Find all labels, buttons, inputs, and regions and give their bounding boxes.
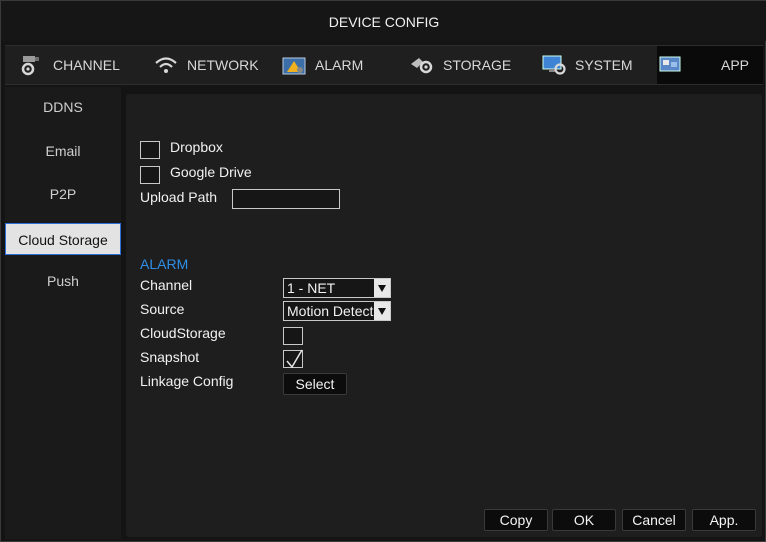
source-select[interactable]: Motion Detect [283, 301, 391, 321]
select-button[interactable]: Select [283, 373, 347, 395]
sidebar-item-label: Push [47, 273, 79, 289]
apply-button[interactable]: App. [692, 509, 756, 531]
window-title: DEVICE CONFIG [1, 1, 766, 41]
sidebar-item-email[interactable]: Email [5, 135, 121, 167]
sidebar-item-label: DDNS [43, 99, 83, 115]
channel-select-value: 1 - NET [287, 280, 336, 296]
tab-storage-label: STORAGE [443, 57, 512, 73]
camera-gear-icon [19, 54, 45, 76]
cancel-button[interactable]: Cancel [622, 509, 686, 531]
dropbox-checkbox[interactable] [140, 141, 160, 159]
tab-app[interactable]: APP [657, 46, 763, 84]
cloudstorage-label: CloudStorage [140, 325, 226, 341]
ok-button[interactable]: OK [552, 509, 616, 531]
copy-button[interactable]: Copy [484, 509, 548, 531]
upload-path-label: Upload Path [140, 189, 218, 205]
wifi-icon [153, 54, 179, 76]
sidebar-item-cloud-storage[interactable]: Cloud Storage [5, 223, 121, 255]
sidebar-item-ddns[interactable]: DDNS [5, 91, 121, 123]
tab-channel[interactable]: CHANNEL [19, 46, 145, 84]
alarm-section-title: ALARM [140, 256, 189, 272]
sidebar: DDNS Email P2P Cloud Storage Push [5, 87, 121, 539]
cloud-storage-panel: Dropbox Google Drive Upload Path ALARM C… [126, 94, 762, 537]
tab-app-label: APP [721, 57, 750, 73]
channel-select[interactable]: 1 - NET [283, 278, 391, 298]
alarm-icon [281, 54, 307, 76]
dropbox-label: Dropbox [170, 139, 223, 155]
window-title-text: DEVICE CONFIG [328, 14, 440, 30]
system-monitor-icon [541, 54, 567, 76]
tab-network[interactable]: NETWORK [153, 46, 271, 84]
source-label: Source [140, 301, 185, 317]
chevron-down-icon [374, 302, 390, 320]
tab-storage[interactable]: STORAGE [409, 46, 527, 84]
snapshot-label: Snapshot [140, 349, 200, 365]
sidebar-item-label: Cloud Storage [18, 232, 108, 248]
main-tab-bar: CHANNEL NETWORK ALARM STORAGE SYSTEM APP [5, 45, 763, 85]
tab-network-label: NETWORK [187, 57, 259, 73]
tab-alarm[interactable]: ALARM [281, 46, 391, 84]
upload-path-input[interactable] [232, 189, 340, 209]
snapshot-checkbox[interactable] [283, 349, 303, 369]
tab-system[interactable]: SYSTEM [541, 46, 653, 84]
chevron-down-icon [374, 279, 390, 297]
sidebar-item-label: P2P [49, 186, 77, 202]
storage-gear-icon [409, 54, 435, 76]
sidebar-item-push[interactable]: Push [5, 265, 121, 297]
app-icon [657, 54, 683, 76]
tab-system-label: SYSTEM [575, 57, 633, 73]
tab-channel-label: CHANNEL [53, 57, 120, 73]
tab-alarm-label: ALARM [315, 57, 364, 73]
channel-label: Channel [140, 277, 193, 293]
source-select-value: Motion Detect [287, 303, 374, 319]
google-drive-label: Google Drive [170, 164, 252, 180]
device-config-window: DEVICE CONFIG CHANNEL NETWORK ALARM STOR… [0, 0, 766, 542]
sidebar-item-label: Email [45, 143, 81, 159]
google-drive-checkbox[interactable] [140, 166, 160, 184]
sidebar-item-p2p[interactable]: P2P [5, 178, 121, 210]
cloudstorage-checkbox[interactable] [283, 327, 303, 345]
checkmark-icon [286, 349, 303, 369]
linkage-config-label: Linkage Config [140, 373, 234, 389]
